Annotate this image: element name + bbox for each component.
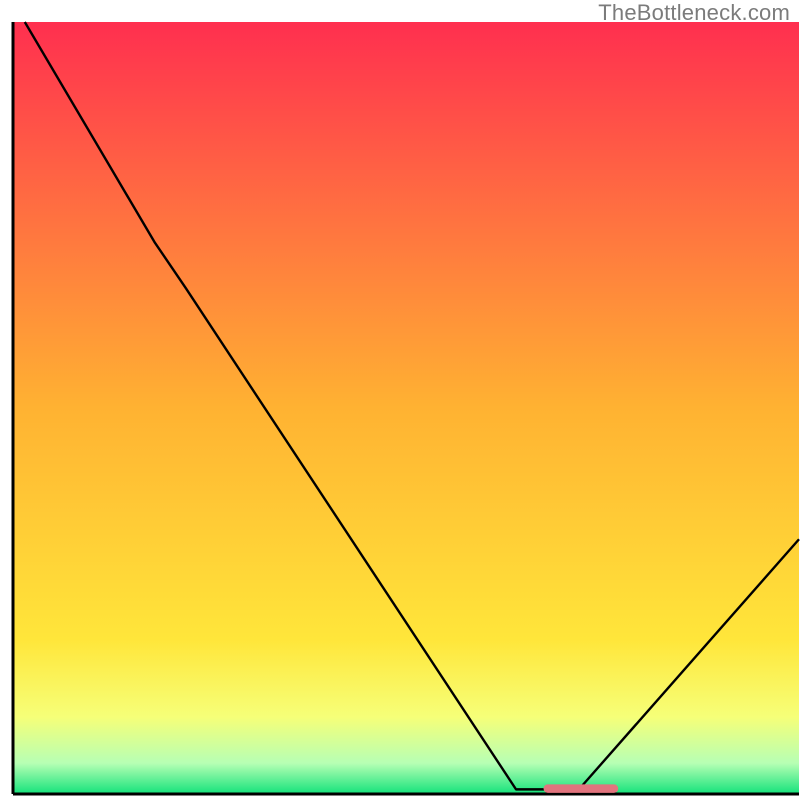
gradient-background <box>13 22 799 794</box>
watermark-text: TheBottleneck.com <box>598 0 790 26</box>
chart-svg <box>0 0 800 800</box>
bottleneck-chart: TheBottleneck.com <box>0 0 800 800</box>
target-range-marker <box>544 784 619 792</box>
